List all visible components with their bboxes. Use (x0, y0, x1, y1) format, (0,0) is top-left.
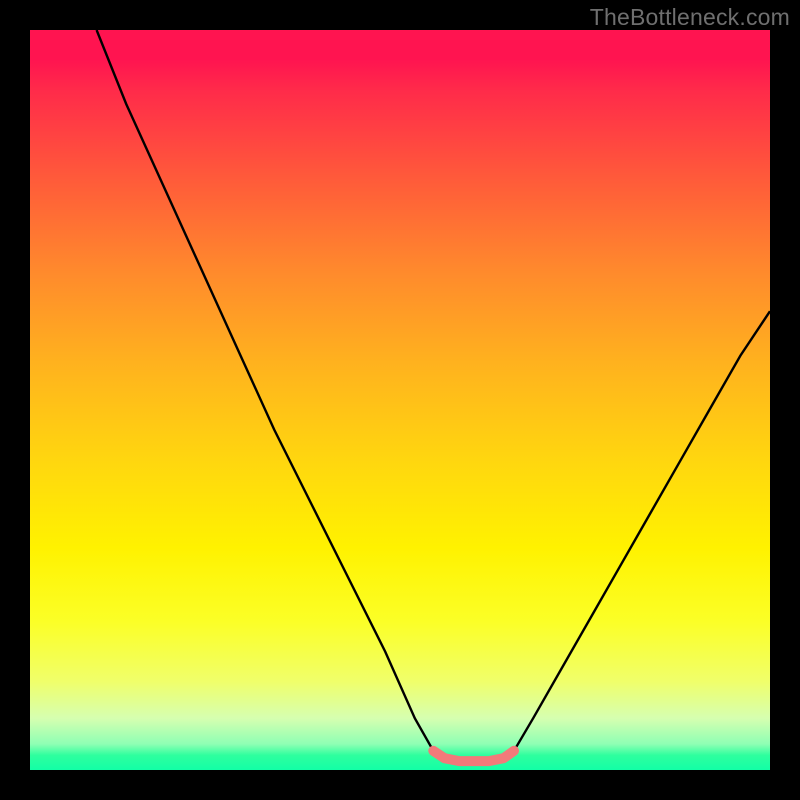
plot-area (30, 30, 770, 770)
gradient-background (30, 30, 770, 770)
watermark-text: TheBottleneck.com (590, 4, 790, 31)
chart-frame: TheBottleneck.com (0, 0, 800, 800)
